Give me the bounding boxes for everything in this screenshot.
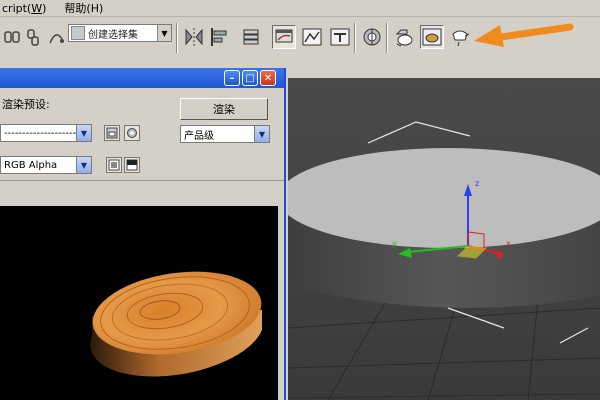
close-button[interactable]: ✕ bbox=[260, 70, 276, 86]
viewport-scene: z x y bbox=[288, 78, 600, 400]
axis-label-x: x bbox=[506, 239, 511, 248]
display-channel-icon[interactable] bbox=[106, 157, 122, 173]
channel-dropdown[interactable]: RGB Alpha ▼ bbox=[0, 156, 92, 174]
chevron-down-icon[interactable]: ▼ bbox=[76, 157, 91, 173]
quality-value: 产品级 bbox=[184, 130, 214, 142]
axis-label-z: z bbox=[475, 179, 479, 188]
bind-icon[interactable] bbox=[44, 25, 68, 49]
render-setup-icon[interactable] bbox=[360, 25, 384, 49]
orange-arrow-annotation bbox=[474, 23, 574, 47]
render-production-icon[interactable] bbox=[420, 25, 444, 49]
render-frame-body: 渲染预设: 渲染 ------------------------ ▼ 产品级 … bbox=[0, 88, 284, 400]
link-icon[interactable] bbox=[0, 25, 24, 49]
selection-set-value: 创建选择集 bbox=[88, 29, 138, 41]
minimize-button[interactable]: – bbox=[224, 70, 240, 86]
maximize-button[interactable]: □ bbox=[242, 70, 258, 86]
render-setup-small-icon[interactable] bbox=[124, 125, 140, 141]
window-titlebar[interactable]: – □ ✕ bbox=[0, 68, 284, 88]
selection-set-dropdown[interactable]: 创建选择集 ▼ bbox=[68, 24, 172, 42]
selection-set-icon bbox=[71, 26, 85, 40]
monochrome-icon[interactable] bbox=[124, 157, 140, 173]
render-iterative-icon[interactable] bbox=[448, 25, 472, 49]
rendered-wood-disc bbox=[90, 271, 263, 377]
chevron-down-icon[interactable]: ▼ bbox=[254, 126, 269, 142]
toolbar-separator bbox=[176, 23, 178, 53]
toolbar-separator bbox=[354, 23, 356, 53]
cylinder-top bbox=[288, 148, 600, 248]
perspective-viewport[interactable]: z x y bbox=[288, 68, 600, 400]
menu-bar: cript(W) 帮助(H) bbox=[0, 0, 600, 17]
chevron-down-icon[interactable]: ▼ bbox=[76, 125, 91, 141]
axis-label-y: y bbox=[392, 239, 397, 248]
channel-value: RGB Alpha bbox=[4, 159, 58, 171]
save-preset-icon[interactable] bbox=[104, 125, 120, 141]
menu-script[interactable]: cript(W) bbox=[2, 2, 46, 15]
render-preview-canvas bbox=[0, 206, 278, 400]
render-frame-icon[interactable] bbox=[392, 25, 416, 49]
quality-dropdown[interactable]: 产品级 ▼ bbox=[180, 125, 270, 143]
menu-help[interactable]: 帮助(H) bbox=[64, 0, 103, 16]
unlink-icon[interactable] bbox=[22, 25, 46, 49]
divider bbox=[0, 180, 284, 181]
schematic-view-icon[interactable] bbox=[300, 25, 324, 49]
preset-label: 渲染预设: bbox=[2, 98, 50, 111]
toolbar-separator bbox=[386, 23, 388, 53]
layer-icon[interactable] bbox=[240, 25, 264, 49]
mirror-icon[interactable] bbox=[182, 25, 206, 49]
curve-editor-icon[interactable] bbox=[272, 25, 296, 49]
material-editor-icon[interactable] bbox=[328, 25, 352, 49]
preset-dropdown[interactable]: ------------------------ ▼ bbox=[0, 124, 92, 142]
render-frame-window: – □ ✕ 渲染预设: 渲染 ------------------------ … bbox=[0, 68, 286, 400]
align-icon[interactable] bbox=[208, 25, 232, 49]
chevron-down-icon[interactable]: ▼ bbox=[157, 25, 171, 41]
preset-value: ------------------------ bbox=[4, 127, 76, 139]
render-button[interactable]: 渲染 bbox=[180, 98, 268, 120]
main-toolbar: 创建选择集 ▼ bbox=[0, 17, 600, 67]
